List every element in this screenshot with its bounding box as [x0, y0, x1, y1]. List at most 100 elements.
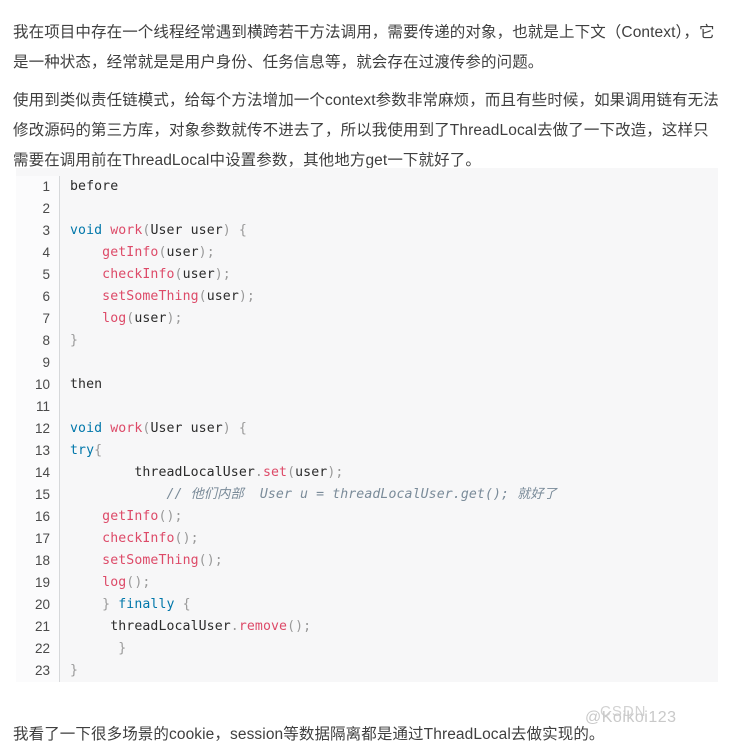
code-token: }: [70, 333, 79, 348]
code-token: getInfo: [102, 245, 159, 260]
code-line: then: [70, 374, 718, 396]
code-token: log: [102, 575, 127, 590]
code-token: {: [94, 443, 103, 458]
code-token: setSomeThing: [102, 289, 199, 304]
code-block[interactable]: 1 2 3 4 5 6 7 8 9 10 11 12 13 14 15 16 1…: [16, 168, 718, 682]
code-token: );: [198, 245, 215, 260]
code-line: void work(User user) {: [70, 220, 718, 242]
code-token: void: [70, 223, 103, 238]
line-number: 15: [34, 487, 50, 502]
code-token: ();: [126, 575, 151, 590]
code-token: ();: [158, 509, 183, 524]
code-token: );: [238, 289, 255, 304]
code-token: (: [158, 245, 167, 260]
code-token: );: [166, 311, 183, 326]
code-line: // 他们内部 User u = threadLocalUser.get(); …: [70, 484, 718, 506]
code-token: user: [182, 267, 215, 282]
code-token: before: [70, 179, 119, 194]
line-number: 14: [34, 465, 50, 480]
code-token: );: [327, 465, 344, 480]
code-token: (: [287, 465, 296, 480]
code-line: try{: [70, 440, 718, 462]
code-token: (: [198, 289, 207, 304]
line-number: 20: [34, 597, 50, 612]
code-token: user: [206, 289, 239, 304]
code-token: User user: [150, 421, 223, 436]
line-number: 5: [42, 267, 50, 282]
code-token: work: [110, 421, 143, 436]
line-number: 18: [34, 553, 50, 568]
code-token: log: [102, 311, 127, 326]
code-line: getInfo(user);: [70, 242, 718, 264]
code-token: }: [118, 641, 127, 656]
code-token: ();: [287, 619, 312, 634]
code-token: ();: [174, 531, 199, 546]
code-token: setSomeThing: [102, 553, 199, 568]
code-line: threadLocalUser.set(user);: [70, 462, 718, 484]
code-token: user: [166, 245, 199, 260]
line-number: 23: [34, 663, 50, 678]
paragraph-context-intro: 我在项目中存在一个线程经常遇到横跨若干方法调用，需要传递的对象，也就是上下文（C…: [13, 23, 715, 71]
code-token: }: [102, 597, 111, 612]
code-line: void work(User user) {: [70, 418, 718, 440]
code-token: .: [254, 465, 263, 480]
code-line: }: [70, 638, 718, 660]
code-token: }: [70, 663, 79, 678]
code-token: then: [70, 377, 103, 392]
code-token: User user: [150, 223, 223, 238]
line-number: 10: [34, 377, 50, 392]
code-token: getInfo: [102, 509, 159, 524]
code-line: setSomeThing(user);: [70, 286, 718, 308]
line-number: 7: [42, 311, 50, 326]
line-number: 16: [34, 509, 50, 524]
code-line-number-gutter: 1 2 3 4 5 6 7 8 9 10 11 12 13 14 15 16 1…: [16, 176, 60, 682]
code-line: } finally {: [70, 594, 718, 616]
code-comment: // 他们内部 User u = threadLocalUser.get(); …: [118, 487, 557, 502]
code-token: ): [222, 223, 231, 238]
code-token: set: [262, 465, 288, 480]
line-number: 12: [34, 421, 50, 436]
code-token: {: [238, 421, 247, 436]
code-line: threadLocalUser.remove();: [70, 616, 718, 638]
code-line: getInfo();: [70, 506, 718, 528]
code-token: );: [214, 267, 231, 282]
line-number: 22: [34, 641, 50, 656]
code-token: ): [222, 421, 231, 436]
code-token: .: [230, 619, 239, 634]
code-token: user: [295, 465, 328, 480]
line-number: 6: [42, 289, 50, 304]
code-token: threadLocalUser: [110, 619, 231, 634]
code-content[interactable]: before void work(User user) { getInfo(us…: [60, 176, 718, 682]
code-line: checkInfo(user);: [70, 264, 718, 286]
code-token: {: [238, 223, 247, 238]
article-page: 我在项目中存在一个线程经常遇到横跨若干方法调用，需要传递的对象，也就是上下文（C…: [0, 0, 734, 743]
line-number: 9: [42, 355, 50, 370]
watermark-brand: CSDN: [600, 703, 647, 720]
code-token: user: [134, 311, 167, 326]
line-number: 3: [42, 223, 50, 238]
line-number: 11: [35, 399, 50, 414]
code-token: work: [110, 223, 143, 238]
code-token: (: [174, 267, 183, 282]
line-number: 19: [34, 575, 50, 590]
line-number: 8: [42, 333, 50, 348]
code-token: ();: [198, 553, 223, 568]
line-number: 17: [34, 531, 50, 546]
code-line: checkInfo();: [70, 528, 718, 550]
paragraph-threadlocal-motivation: 使用到类似责任链模式，给每个方法增加一个context参数非常麻烦，而且有些时候…: [13, 91, 719, 169]
line-number: 21: [34, 619, 50, 634]
code-line: }: [70, 330, 718, 352]
code-token: finally: [118, 597, 175, 612]
line-number: 2: [42, 201, 50, 216]
code-line: }: [70, 660, 718, 682]
code-token: try: [70, 443, 95, 458]
code-line: log();: [70, 572, 718, 594]
line-number: 1: [42, 179, 50, 194]
code-line: setSomeThing();: [70, 550, 718, 572]
code-line: log(user);: [70, 308, 718, 330]
code-token: remove: [238, 619, 288, 634]
code-token: {: [182, 597, 191, 612]
